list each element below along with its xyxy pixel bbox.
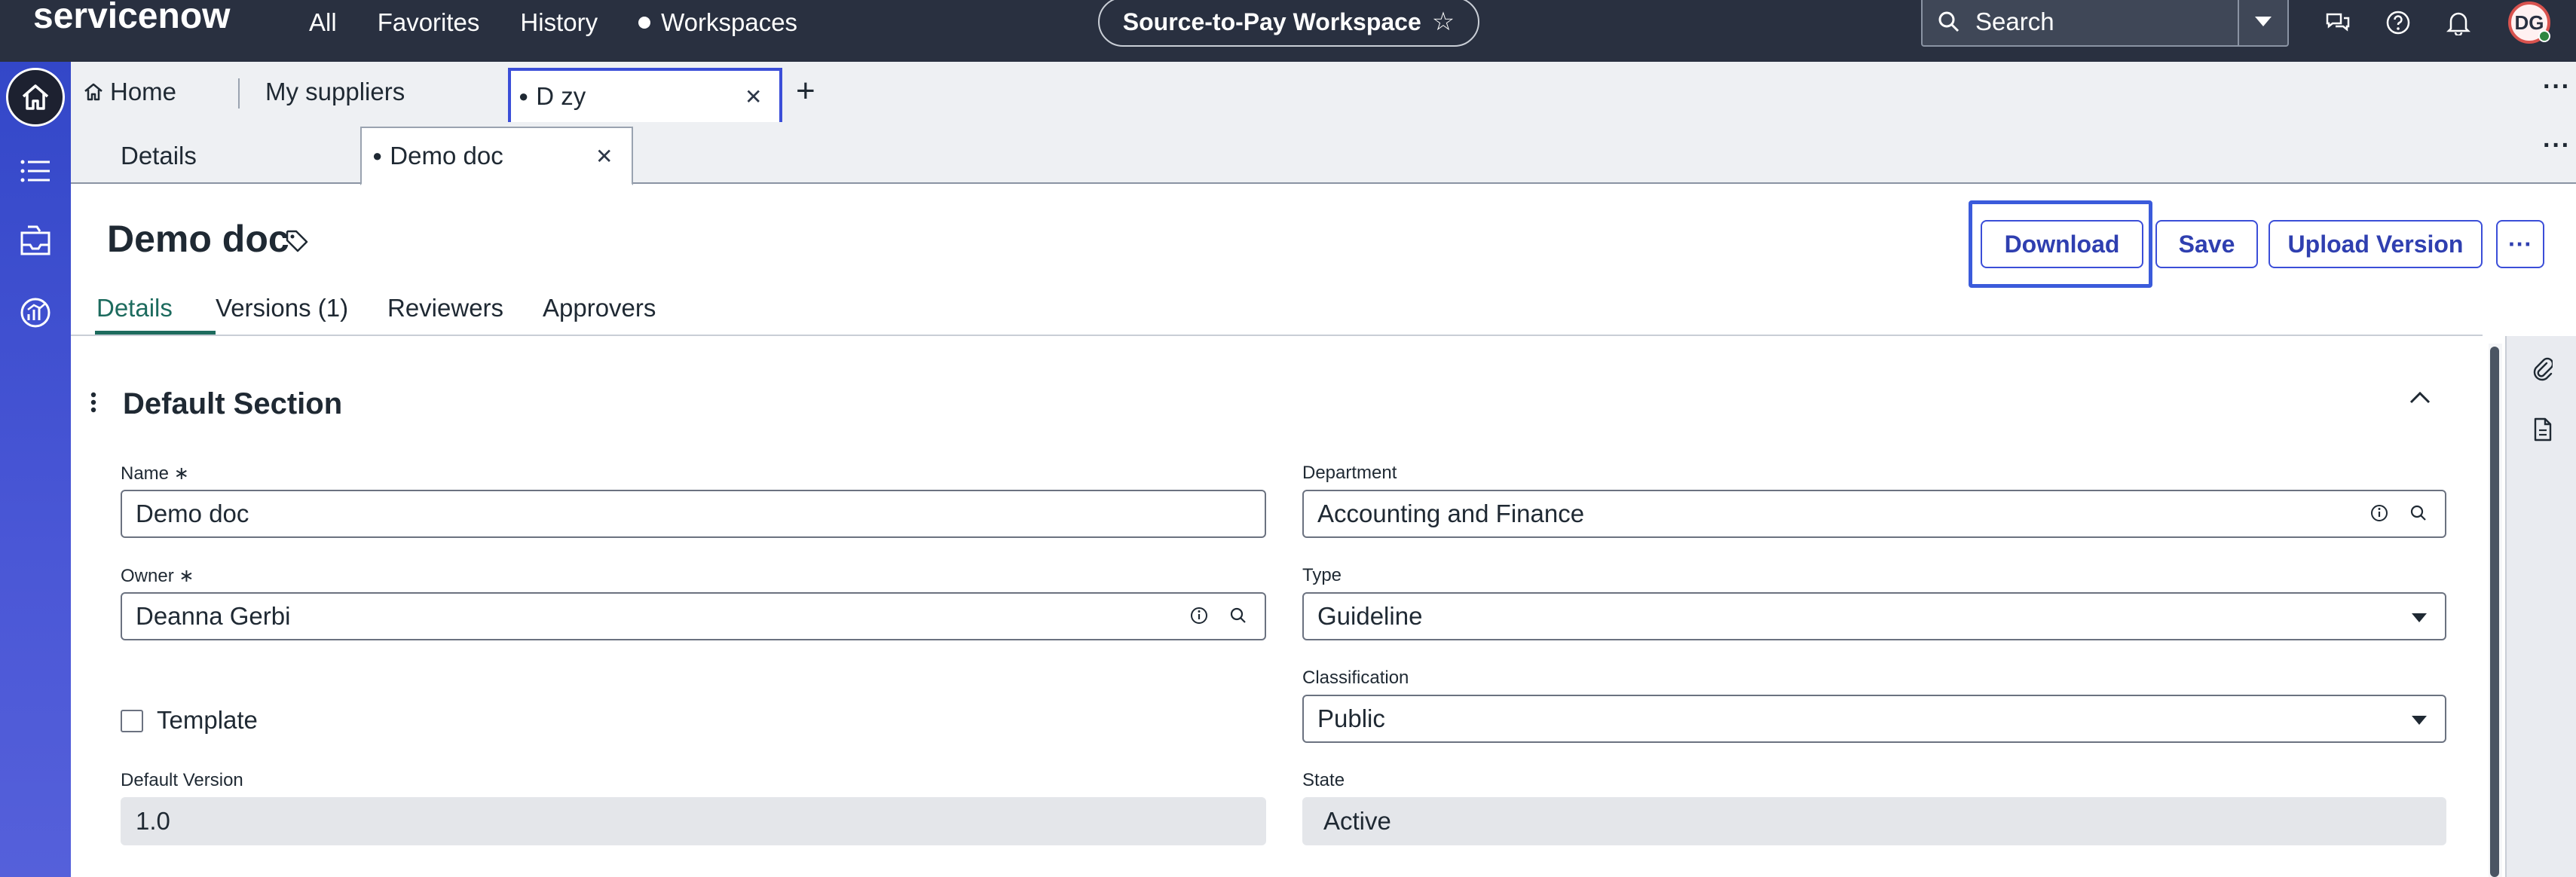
- tab-supplier-record[interactable]: ● D zy ✕: [508, 68, 782, 122]
- owner-label: Owner ∗: [121, 565, 194, 587]
- more-icon[interactable]: ···: [2543, 131, 2571, 160]
- search-icon[interactable]: [2409, 503, 2428, 523]
- workspace-tab-bar: Home My suppliers ✕ ● D zy ✕ + ···: [71, 62, 2576, 122]
- save-button[interactable]: Save: [2155, 220, 2258, 268]
- bell-icon[interactable]: [2442, 6, 2475, 39]
- name-label-text: Name: [121, 463, 170, 484]
- search-input[interactable]: Search: [1975, 8, 2238, 36]
- tab-my-suppliers-label: My suppliers: [265, 78, 405, 105]
- search-scope-dropdown[interactable]: [2238, 0, 2287, 45]
- classification-select[interactable]: Public: [1302, 695, 2446, 743]
- add-tab-icon[interactable]: +: [796, 72, 815, 110]
- user-avatar[interactable]: DG: [2508, 2, 2550, 44]
- upload-version-button[interactable]: Upload Version: [2269, 220, 2483, 268]
- tab-details[interactable]: Details: [121, 127, 317, 185]
- unsaved-dot-icon: ●: [372, 146, 383, 165]
- record-tab-bar: Details ● Demo doc ✕ ···: [71, 122, 2576, 185]
- name-field[interactable]: Demo doc: [121, 490, 1266, 538]
- chevron-up-icon[interactable]: [2409, 390, 2431, 409]
- analytics-icon[interactable]: [15, 292, 56, 333]
- workspace-switcher[interactable]: Source-to-Pay Workspace ☆: [1098, 0, 1479, 47]
- tab-home[interactable]: Home: [83, 68, 271, 116]
- search-icon: [1923, 11, 1975, 33]
- type-label: Type: [1302, 565, 1342, 585]
- workspaces-dot-icon: [638, 17, 651, 29]
- subtab-versions[interactable]: Versions (1): [216, 294, 348, 335]
- template-checkbox[interactable]: [121, 710, 143, 732]
- department-value: Accounting and Finance: [1317, 500, 1585, 527]
- workspace-name: Source-to-Pay Workspace: [1122, 8, 1421, 35]
- close-icon[interactable]: ✕: [745, 84, 762, 109]
- owner-value: Deanna Gerbi: [136, 602, 291, 630]
- required-icon: ∗: [179, 566, 194, 586]
- required-icon: ∗: [173, 463, 189, 484]
- attachment-icon[interactable]: [2528, 354, 2558, 384]
- contextual-side-panel: [2505, 336, 2576, 877]
- info-icon[interactable]: [2369, 503, 2389, 523]
- nav-workspaces[interactable]: Workspaces: [638, 8, 797, 37]
- type-value: Guideline: [1317, 602, 1423, 630]
- scrollbar-thumb[interactable]: [2490, 347, 2499, 877]
- nav-favorites[interactable]: Favorites: [378, 8, 480, 37]
- state-label: State: [1302, 770, 1345, 790]
- tab-demo-doc[interactable]: ● Demo doc ✕: [360, 127, 633, 185]
- section-title: Default Section: [123, 387, 343, 420]
- list-icon[interactable]: [15, 151, 56, 191]
- inbox-icon[interactable]: [15, 220, 56, 261]
- default-version-field: 1.0: [121, 797, 1266, 845]
- tag-icon[interactable]: [285, 229, 309, 257]
- close-icon[interactable]: ✕: [595, 144, 613, 169]
- global-search[interactable]: Search: [1921, 0, 2289, 47]
- caret-down-icon: [2412, 613, 2427, 622]
- more-icon[interactable]: ···: [2543, 72, 2571, 102]
- download-button[interactable]: Download: [1981, 220, 2143, 268]
- name-label: Name ∗: [121, 463, 189, 484]
- tab-demo-doc-label: Demo doc: [390, 142, 503, 170]
- tab-home-label: Home: [110, 78, 177, 105]
- caret-down-icon: [2412, 716, 2427, 725]
- department-label: Department: [1302, 463, 1397, 483]
- owner-field[interactable]: Deanna Gerbi: [121, 592, 1266, 640]
- state-value: Active: [1323, 807, 1391, 835]
- name-value: Demo doc: [136, 500, 249, 527]
- home-icon[interactable]: [6, 68, 65, 127]
- classification-value: Public: [1317, 704, 1385, 732]
- default-version-value: 1.0: [136, 807, 170, 835]
- chat-icon[interactable]: [2321, 6, 2354, 39]
- tab-supplier-label: D zy: [536, 82, 586, 110]
- star-icon[interactable]: ☆: [1432, 7, 1455, 37]
- servicenow-logo[interactable]: servicenow: [33, 0, 230, 37]
- template-label: Template: [157, 706, 258, 734]
- left-rail: [0, 62, 71, 877]
- department-field[interactable]: Accounting and Finance: [1302, 490, 2446, 538]
- document-icon[interactable]: [2528, 414, 2558, 445]
- tab-divider: [238, 78, 240, 108]
- chevron-down-icon: [2255, 17, 2272, 26]
- subtab-reviewers[interactable]: Reviewers: [387, 294, 503, 335]
- classification-label: Classification: [1302, 668, 1409, 688]
- nav-workspaces-label: Workspaces: [661, 8, 798, 36]
- record-title: Demo doc: [107, 218, 289, 260]
- subtab-approvers[interactable]: Approvers: [543, 294, 656, 335]
- info-icon[interactable]: [1189, 606, 1209, 625]
- unsaved-dot-icon: ●: [519, 87, 529, 105]
- type-select[interactable]: Guideline: [1302, 592, 2446, 640]
- home-tab-icon: [84, 83, 102, 101]
- default-version-label: Default Version: [121, 770, 243, 790]
- section-menu-icon[interactable]: [90, 392, 96, 418]
- state-field: Active: [1302, 797, 2446, 845]
- search-icon[interactable]: [1228, 606, 1248, 625]
- owner-label-text: Owner: [121, 566, 174, 586]
- top-header: servicenow All Favorites History Workspa…: [0, 0, 2576, 62]
- help-icon[interactable]: [2382, 6, 2415, 39]
- record-subtabs: Details Versions (1) Reviewers Approvers: [71, 288, 2483, 336]
- tab-details-label: Details: [121, 142, 197, 170]
- subtab-details[interactable]: Details: [95, 294, 216, 335]
- nav-history[interactable]: History: [520, 8, 598, 37]
- more-actions-button[interactable]: ···: [2496, 220, 2544, 268]
- avatar-initials: DG: [2514, 11, 2544, 34]
- top-nav: All Favorites History Workspaces: [309, 6, 838, 39]
- nav-all[interactable]: All: [309, 8, 337, 37]
- presence-status-icon: [2538, 30, 2550, 42]
